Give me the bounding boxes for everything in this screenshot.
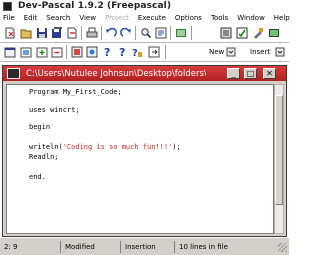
svg-text:?: ? [119, 46, 125, 58]
resize-grip-icon[interactable] [278, 243, 287, 252]
compile-run-icon[interactable] [252, 27, 264, 39]
scrollbar-thumb[interactable] [275, 95, 283, 205]
save-all-icon[interactable] [51, 27, 63, 39]
app-title: Dev-Pascal 1.9.2 (Freepascal) [18, 1, 172, 11]
main-toolbar [0, 24, 289, 43]
insert-button[interactable]: Insert [248, 45, 272, 59]
maximize-button[interactable]: □ [244, 68, 257, 79]
menu-tools[interactable]: Tools [211, 14, 228, 22]
undo-icon[interactable] [105, 27, 117, 39]
code-token: ); [172, 143, 181, 151]
code-line: begin [29, 123, 51, 131]
svg-text:?: ? [104, 46, 110, 58]
svg-text:?: ? [132, 48, 138, 58]
vertical-scrollbar[interactable] [274, 84, 284, 234]
rebuild-all-icon[interactable] [268, 27, 280, 39]
add-to-project-icon[interactable] [36, 46, 48, 58]
code-line: end. [29, 173, 46, 181]
menu-window[interactable]: Window [237, 14, 265, 22]
compile-icon[interactable] [175, 27, 187, 39]
open-file-icon[interactable] [20, 27, 32, 39]
remove-from-project-icon[interactable] [51, 46, 63, 58]
insert-dropdown-icon[interactable] [274, 46, 286, 58]
new-button[interactable]: New [207, 45, 226, 59]
insert-mode-status: Insertion [120, 241, 172, 253]
code-line: Program My_First_Code; [29, 88, 122, 96]
code-line: Readln; [29, 153, 59, 161]
mdi-client-area: C:\Users\Nutulee Johnsun\Desktop\folders… [0, 62, 289, 237]
redo-icon[interactable] [120, 27, 132, 39]
project-toolbar: ? ? ? New Insert [0, 43, 289, 62]
close-button[interactable]: ✕ [263, 68, 276, 79]
run-icon[interactable] [236, 27, 248, 39]
open-project-icon[interactable] [20, 46, 32, 58]
app-title-bar: Dev-Pascal 1.9.2 (Freepascal) [0, 0, 289, 12]
new-file-icon[interactable] [4, 27, 16, 39]
status-bar: 2: 9 Modified Insertion 10 lines in file [0, 237, 289, 255]
toolbar-separator [81, 26, 82, 40]
close-file-icon[interactable] [66, 27, 78, 39]
menu-view[interactable]: View [79, 14, 96, 22]
replace-icon[interactable] [155, 27, 167, 39]
code-line: writeln('Coding is so much fun!!!'); [29, 143, 181, 151]
find-icon[interactable] [140, 27, 152, 39]
menu-options[interactable]: Options [175, 14, 202, 22]
menu-file[interactable]: File [3, 14, 15, 22]
code-editor[interactable]: Program My_First_Code; uses wincrt; begi… [6, 84, 274, 234]
print-icon[interactable] [86, 27, 98, 39]
toolbar-separator [101, 26, 102, 40]
app-icon [3, 1, 12, 11]
toolbar-separator [165, 45, 166, 59]
help-icon[interactable]: ? [101, 46, 113, 58]
menu-execute[interactable]: Execute [138, 14, 166, 22]
help-contents-icon[interactable]: ? [116, 46, 128, 58]
menu-search[interactable]: Search [46, 14, 70, 22]
menu-bar: File Edit Search View Project Execute Op… [0, 12, 290, 24]
editor-window-title-bar[interactable]: C:\Users\Nutulee Johnsun\Desktop\folders… [3, 66, 286, 81]
about-icon[interactable]: ? [131, 46, 143, 58]
save-icon[interactable] [36, 27, 48, 39]
dev-pascal-app: Dev-Pascal 1.9.2 (Freepascal) File Edit … [0, 0, 290, 255]
editor-window: C:\Users\Nutulee Johnsun\Desktop\folders… [2, 65, 287, 237]
environment-options-icon[interactable] [86, 46, 98, 58]
code-line: uses wincrt; [29, 106, 80, 114]
minimize-button[interactable]: _ [227, 68, 240, 79]
new-project-icon[interactable] [4, 46, 16, 58]
toolbar-separator [66, 45, 67, 59]
toolbar-separator [170, 26, 171, 40]
line-count-status: 10 lines in file [174, 241, 264, 253]
editor-window-icon [7, 68, 20, 79]
code-token: writeln( [29, 143, 63, 151]
toolbar-separator [191, 26, 192, 40]
cursor-position: 2: 9 [4, 243, 18, 251]
editor-window-title: C:\Users\Nutulee Johnsun\Desktop\folders… [26, 68, 206, 79]
menu-project[interactable]: Project [105, 14, 129, 22]
toolbar-separator [135, 26, 136, 40]
string-literal: 'Coding is so much fun!!!' [62, 143, 173, 151]
modified-status: Modified [60, 241, 118, 253]
compile-options-icon[interactable] [220, 27, 232, 39]
menu-edit[interactable]: Edit [24, 14, 38, 22]
project-options-icon[interactable] [71, 46, 83, 58]
exit-icon[interactable] [148, 46, 160, 58]
menu-help[interactable]: Help [274, 14, 290, 22]
new-dropdown-icon[interactable] [225, 46, 237, 58]
